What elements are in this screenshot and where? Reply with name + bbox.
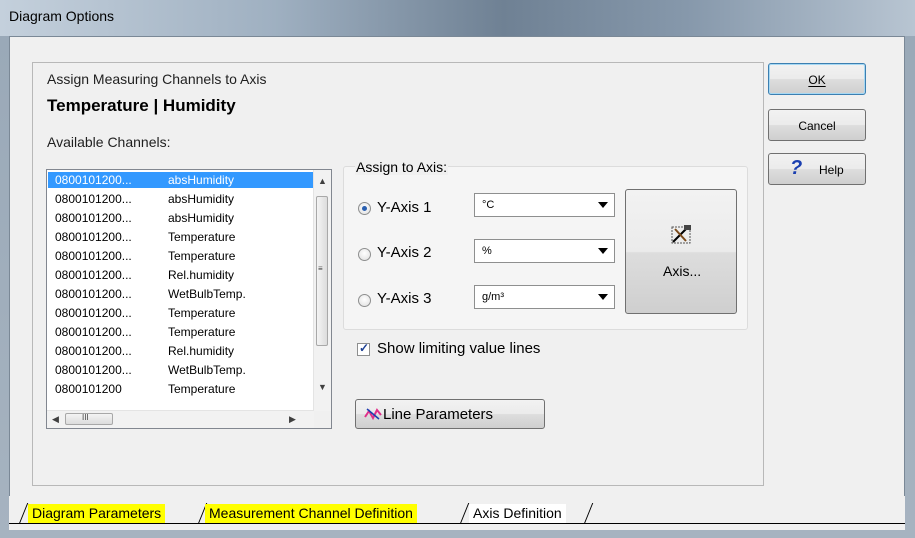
list-item[interactable]: 0800101200... Rel.humidity: [48, 343, 314, 359]
scroll-up-icon[interactable]: ▲: [318, 176, 327, 186]
channel-id: 0800101200...: [55, 249, 132, 263]
title-bar[interactable]: Diagram Options: [0, 0, 915, 36]
list-item[interactable]: 0800101200 Temperature: [48, 381, 314, 397]
help-question-icon: ?: [790, 157, 803, 179]
show-limiting-checkbox[interactable]: ✓: [357, 341, 370, 356]
y-axis-1-label[interactable]: Y-Axis 1: [377, 199, 431, 216]
y-axis-3-radio[interactable]: [358, 294, 371, 307]
channel-name: Rel.humidity: [168, 344, 235, 358]
channel-name: absHumidity: [168, 173, 235, 187]
list-item[interactable]: 0800101200... Temperature: [48, 229, 314, 245]
channel-id: 0800101200...: [55, 363, 132, 377]
scroll-right-icon[interactable]: ▶: [289, 414, 296, 425]
axis-settings-button[interactable]: Axis...: [625, 189, 737, 314]
y-axis-2-label[interactable]: Y-Axis 2: [377, 244, 431, 261]
channel-id: 0800101200: [55, 382, 122, 396]
channel-name: absHumidity: [168, 192, 235, 206]
list-item[interactable]: 0800101200... Temperature: [48, 324, 314, 340]
chevron-down-icon: [598, 294, 608, 300]
channel-name: Rel.humidity: [168, 268, 235, 282]
channel-id: 0800101200...: [55, 230, 132, 244]
y-axis-3-label[interactable]: Y-Axis 3: [377, 290, 431, 307]
list-item[interactable]: 0800101200... absHumidity: [48, 191, 314, 207]
chevron-down-icon: [598, 248, 608, 254]
hscroll-grip-icon: III: [82, 413, 89, 422]
scroll-left-icon[interactable]: ◀: [52, 414, 59, 425]
tab-measurement-channel-definition[interactable]: Measurement Channel Definition: [205, 504, 417, 523]
grip-icon: ≡: [318, 264, 323, 273]
line-parameters-button[interactable]: Line Parameters: [355, 399, 545, 429]
channel-id: 0800101200...: [55, 268, 132, 282]
list-item[interactable]: 0800101200... Temperature: [48, 305, 314, 321]
group-subheading: Temperature | Humidity: [47, 96, 236, 115]
y-axis-2-radio[interactable]: [358, 248, 371, 261]
y-axis-2-unit-select[interactable]: %: [474, 239, 615, 263]
scroll-corner: [314, 411, 331, 428]
list-item[interactable]: 0800101200... Rel.humidity: [48, 267, 314, 283]
channel-name: Temperature: [168, 306, 236, 320]
list-item[interactable]: 0800101200... WetBulbTemp.: [48, 362, 314, 378]
channel-id: 0800101200...: [55, 325, 132, 339]
channel-list-hscrollbar[interactable]: ◀ III ▶: [47, 410, 314, 428]
y-axis-1-radio[interactable]: [358, 202, 371, 215]
group-heading: Assign Measuring Channels to Axis: [47, 71, 267, 87]
list-item[interactable]: 0800101200... WetBulbTemp.: [48, 286, 314, 302]
scroll-down-icon[interactable]: ▼: [318, 382, 327, 392]
y-axis-1-unit-select[interactable]: °C: [474, 193, 615, 217]
show-limiting-label[interactable]: Show limiting value lines: [377, 340, 540, 357]
cancel-button[interactable]: Cancel: [768, 109, 866, 141]
channel-name: WetBulbTemp.: [168, 287, 246, 301]
channel-name: absHumidity: [168, 211, 235, 225]
channel-name: Temperature: [168, 249, 236, 263]
axis-tool-icon: [671, 225, 691, 244]
channel-listbox[interactable]: 0800101200... absHumidity 0800101200... abs…: [46, 169, 332, 429]
available-channels-label: Available Channels:: [47, 134, 171, 150]
cancel-button-label: Cancel: [798, 119, 836, 133]
channel-id: 0800101200...: [55, 192, 132, 206]
channel-id: 0800101200...: [55, 306, 132, 320]
axis-button-label: Axis...: [663, 263, 702, 279]
assign-axis-label: Assign to Axis:: [355, 159, 449, 175]
channel-id: 0800101200...: [55, 211, 132, 225]
channel-name: WetBulbTemp.: [168, 363, 246, 377]
tab-strip-line: [9, 523, 905, 524]
ok-button-label: OK: [808, 73, 826, 87]
hscroll-thumb[interactable]: III: [65, 413, 113, 425]
y-axis-3-unit-select[interactable]: g/m³: [474, 285, 615, 309]
channel-id: 0800101200...: [55, 287, 132, 301]
checkmark-icon: ✓: [359, 341, 370, 355]
chevron-down-icon: [598, 202, 608, 208]
channel-name: Temperature: [168, 325, 236, 339]
tab-diagram-parameters[interactable]: Diagram Parameters: [28, 504, 166, 523]
channel-id: 0800101200...: [55, 344, 132, 358]
window-title: Diagram Options: [9, 8, 115, 24]
line-parameters-icon: [364, 408, 382, 421]
list-item[interactable]: 0800101200... Temperature: [48, 248, 314, 264]
help-button[interactable]: ? Help: [768, 153, 866, 185]
ok-button[interactable]: OK: [768, 63, 866, 95]
y-axis-1-unit-value: °C: [482, 199, 495, 211]
y-axis-2-unit-value: %: [482, 245, 492, 257]
list-item[interactable]: 0800101200... absHumidity: [48, 172, 314, 188]
channel-list-vscrollbar[interactable]: ▲ ≡ ▼: [313, 170, 331, 411]
channel-id: 0800101200...: [55, 173, 132, 187]
channel-name: Temperature: [168, 382, 236, 396]
channel-name: Temperature: [168, 230, 236, 244]
tab-axis-definition[interactable]: Axis Definition: [469, 504, 566, 523]
y-axis-3-unit-value: g/m³: [482, 291, 504, 303]
help-button-label: Help: [819, 163, 844, 177]
list-item[interactable]: 0800101200... absHumidity: [48, 210, 314, 226]
line-parameters-label: Line Parameters: [383, 406, 494, 423]
